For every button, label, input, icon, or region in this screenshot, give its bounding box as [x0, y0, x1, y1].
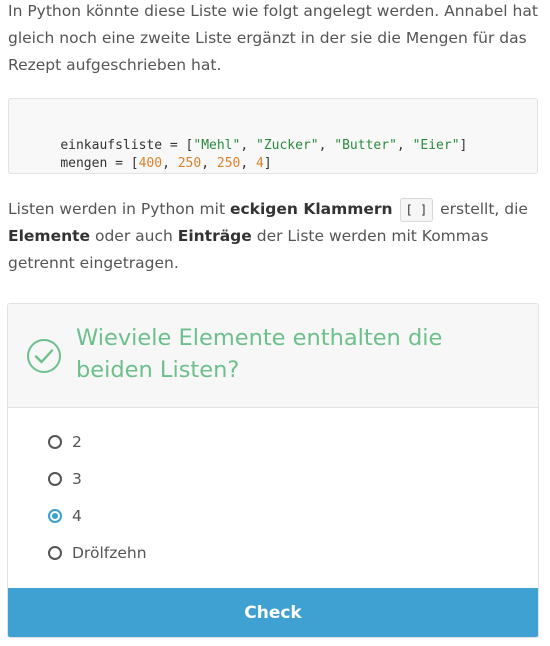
- code-item-butter: "Butter": [334, 138, 397, 153]
- code-sep: ,: [240, 156, 257, 171]
- quiz-header: Wieviele Elemente enthalten die beiden L…: [8, 304, 538, 408]
- code-line-mengen: mengen = [400, 250, 250, 4]: [29, 137, 272, 191]
- explain-bold-eintraege: Einträge: [177, 227, 252, 245]
- code-block: einkaufsliste = ["Mehl", "Zucker", "Butt…: [8, 98, 538, 174]
- quiz-card: Wieviele Elemente enthalten die beiden L…: [7, 303, 539, 638]
- radio-button[interactable]: [48, 546, 62, 560]
- code-item-250b: 250: [216, 156, 241, 171]
- explain-text-2: erstellt, die: [435, 200, 528, 218]
- option-label: 2: [72, 433, 82, 451]
- option-label: 3: [72, 470, 82, 488]
- radio-button[interactable]: [48, 435, 62, 449]
- code-item-eier: "Eier": [412, 138, 460, 153]
- option-2[interactable]: 2: [48, 430, 82, 454]
- code-line-2-prefix: mengen = [: [60, 156, 139, 171]
- code-item-4: 4: [256, 156, 264, 171]
- code-item-250a: 250: [177, 156, 202, 171]
- option-4[interactable]: 4: [48, 504, 82, 528]
- intro-paragraph: In Python könnte diese Liste wie folgt a…: [8, 2, 538, 74]
- explanation-paragraph: Listen werden in Python mit eckigen Klam…: [8, 196, 538, 277]
- quiz-question: Wieviele Elemente enthalten die beiden L…: [76, 325, 443, 383]
- code-item-400: 400: [138, 156, 163, 171]
- radio-button[interactable]: [48, 472, 62, 486]
- code-line-1-suffix: ]: [459, 138, 468, 153]
- explain-bold-elemente: Elemente: [8, 227, 91, 245]
- code-sep: ,: [162, 156, 178, 171]
- code-sep: ,: [201, 156, 217, 171]
- inline-code-brackets: [ ]: [399, 198, 434, 222]
- explain-text-3: oder auch: [90, 227, 178, 245]
- explain-bold-eckige-klammern: eckigen Klammern: [229, 200, 393, 218]
- option-label: 4: [72, 507, 82, 525]
- radio-button-selected[interactable]: [48, 509, 62, 523]
- option-droelfzehn[interactable]: Drölfzehn: [48, 541, 147, 565]
- check-button[interactable]: Check: [8, 588, 538, 637]
- code-line-2-suffix: ]: [263, 156, 272, 171]
- code-sep: ,: [318, 138, 335, 153]
- code-sep: ,: [396, 138, 413, 153]
- option-3[interactable]: 3: [48, 467, 82, 491]
- option-label: Drölfzehn: [72, 544, 147, 562]
- check-circle-icon: [27, 339, 61, 373]
- explain-text-1: Listen werden in Python mit: [8, 200, 230, 218]
